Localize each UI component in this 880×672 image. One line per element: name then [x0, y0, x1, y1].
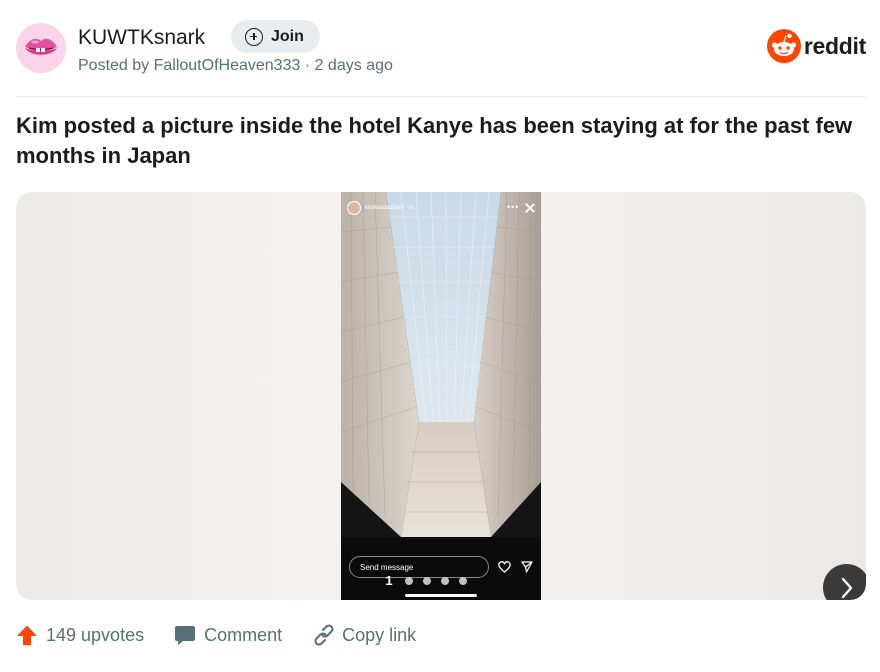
upvote-arrow-icon	[17, 625, 37, 645]
pager-dot[interactable]	[405, 576, 413, 585]
story-header: kimkardashian 3h	[347, 201, 414, 215]
comment-label: Comment	[204, 624, 283, 645]
media-gallery[interactable]: kimkardashian 3h ••• Send message	[16, 192, 866, 600]
pager-dot[interactable]	[441, 576, 449, 585]
join-button[interactable]: Join	[231, 20, 320, 53]
plus-circle-icon	[245, 27, 263, 46]
join-label: Join	[271, 27, 304, 45]
reddit-alien-icon	[766, 29, 801, 63]
post-title[interactable]: Kim posted a picture inside the hotel Ka…	[16, 111, 856, 171]
upvote-count: 149 upvotes	[46, 624, 145, 645]
hotel-atrium-image	[341, 192, 541, 537]
gallery-pager: 1	[383, 573, 467, 588]
send-arrow-icon	[521, 561, 533, 573]
close-icon	[525, 203, 535, 213]
copy-link-button[interactable]: Copy link	[314, 624, 416, 646]
header-divider	[16, 96, 866, 97]
story-username: kimkardashian	[365, 205, 404, 211]
speech-bubble-icon	[175, 626, 196, 645]
posted-by-meta: Posted by FalloutOfHeaven333 · 2 days ag…	[78, 57, 393, 74]
story-time: 3h	[407, 205, 415, 211]
chevron-right-icon	[841, 577, 852, 598]
pager-dot[interactable]	[423, 576, 431, 585]
story-avatar	[347, 201, 361, 215]
story-screenshot: kimkardashian 3h ••• Send message	[341, 192, 541, 600]
copy-link-label: Copy link	[342, 624, 417, 645]
pager-dot[interactable]	[459, 576, 467, 585]
comment-button[interactable]: Comment	[174, 624, 282, 646]
lips-avatar-icon	[16, 23, 66, 73]
home-indicator	[405, 594, 477, 597]
heart-icon	[498, 561, 511, 573]
chain-link-icon	[314, 624, 334, 646]
pager-current: 1	[385, 573, 393, 588]
subreddit-name[interactable]: KUWTKsnark	[78, 26, 205, 50]
reddit-wordmark: reddit	[803, 32, 866, 59]
post-actions: 149 upvotes Comment Copy link	[16, 624, 416, 646]
reddit-logo[interactable]: reddit	[766, 29, 866, 63]
post-header: KUWTKsnark Join Posted by FalloutOfHeave…	[16, 20, 866, 80]
next-image-button[interactable]	[823, 564, 866, 600]
more-options-icon: •••	[507, 202, 520, 212]
subreddit-avatar[interactable]	[16, 23, 66, 73]
upvote-button[interactable]: 149 upvotes	[16, 624, 144, 646]
